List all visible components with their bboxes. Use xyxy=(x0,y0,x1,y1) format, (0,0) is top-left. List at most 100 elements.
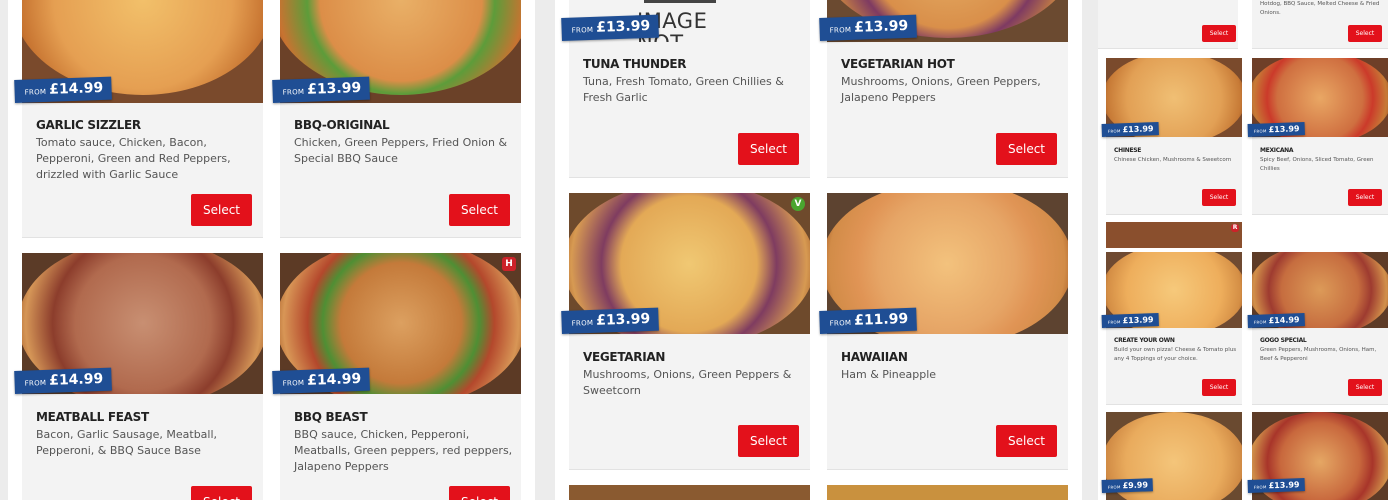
select-button[interactable]: Select xyxy=(1202,189,1236,206)
price-prefix: FROM xyxy=(1107,319,1121,325)
select-button[interactable]: Select xyxy=(449,486,510,500)
price-tag: FROM £9.99 xyxy=(1101,478,1154,493)
pizza-card-bbq-beast: H FROM £14.99 BBQ BEAST BBQ sauce, Chicke… xyxy=(272,253,521,500)
pizza-description: Chicken, Green Peppers, Fried Onion & Sp… xyxy=(294,136,508,165)
price-value: £14.99 xyxy=(48,370,104,389)
select-button[interactable]: Select xyxy=(191,486,252,500)
pizza-description: Mushrooms, Onions, Green Peppers & Sweet… xyxy=(583,368,792,397)
select-button[interactable]: Select xyxy=(1348,189,1382,206)
price-tag: FROM £13.99 xyxy=(561,307,659,334)
pizza-title: GARLIC SIZZLER xyxy=(36,118,141,132)
pizza-title: GOGO SPECIAL xyxy=(1260,337,1307,344)
pizza-card-partial: Select xyxy=(1098,0,1238,49)
pizza-description: Bacon, Garlic Sausage, Meatball, Peppero… xyxy=(36,428,218,457)
select-button[interactable]: Select xyxy=(1348,25,1382,42)
pizza-title: CHINESE xyxy=(1114,147,1142,154)
price-tag: FROM £11.99 xyxy=(819,307,917,334)
pizza-card-partial: FROM £13.99 xyxy=(1247,412,1388,500)
price-value: £13.99 xyxy=(1122,315,1154,326)
price-value: £13.99 xyxy=(595,17,651,36)
menu-panel-right: Select Hotdog, BBQ Sauce, Melted Cheese … xyxy=(1098,0,1400,500)
price-prefix: FROM xyxy=(1253,319,1267,325)
select-button[interactable]: Select xyxy=(191,194,252,226)
pizza-image[interactable] xyxy=(1106,222,1242,248)
select-button[interactable]: Select xyxy=(738,425,799,457)
price-value: £13.99 xyxy=(1268,480,1300,491)
pizza-description: Chinese Chicken, Mushrooms & Sweetcorn xyxy=(1114,157,1232,163)
pizza-card-gogo-special: FROM £14.99 GOGO SPECIAL Green Peppers, M… xyxy=(1247,252,1388,405)
vegetarian-badge: V xyxy=(791,197,805,211)
pizza-description: BBQ sauce, Chicken, Pepperoni, Meatballs… xyxy=(294,428,513,473)
pizza-title: MEATBALL FEAST xyxy=(36,410,149,424)
price-prefix: FROM xyxy=(1107,128,1121,134)
price-prefix: FROM xyxy=(829,25,852,35)
price-prefix: FROM xyxy=(571,25,594,35)
pizza-card-partial: FROM £9.99 xyxy=(1101,412,1242,500)
pizza-description: Spicy Beef, Onions, Sliced Tomato, Green… xyxy=(1260,157,1374,172)
price-tag: FROM £13.99 xyxy=(272,76,370,103)
price-value: £13.99 xyxy=(595,310,651,329)
pizza-card-meatball-feast: FROM £14.99 MEATBALL FEAST Bacon, Garlic … xyxy=(14,253,263,500)
pizza-description: Ham & Pineapple xyxy=(841,368,937,381)
pizza-card-partial: Hotdog, BBQ Sauce, Melted Cheese & Fried… xyxy=(1252,0,1388,49)
price-prefix: FROM xyxy=(1107,484,1121,490)
price-prefix: FROM xyxy=(829,318,852,328)
hot-badge: H xyxy=(502,257,516,271)
r-badge: R xyxy=(1231,224,1239,232)
price-tag: FROM £13.99 xyxy=(819,14,917,41)
select-button[interactable]: Select xyxy=(1348,379,1382,396)
price-tag: FROM £14.99 xyxy=(14,76,112,103)
pizza-description: Tuna, Fresh Tomato, Green Chillies & Fre… xyxy=(583,75,784,104)
pizza-image[interactable] xyxy=(827,485,1068,500)
pizza-card-hawaiian: FROM £11.99 HAWAIIAN Ham & Pineapple Sele… xyxy=(819,193,1068,470)
price-value: £14.99 xyxy=(306,370,362,389)
pizza-title: CREATE YOUR OWN xyxy=(1114,337,1175,344)
select-button[interactable]: Select xyxy=(1202,25,1236,42)
pizza-card-tuna-thunder: IMAGE NOT AVAILABLE FROM£13.99 TUNA THUN… xyxy=(561,0,810,178)
pizza-description: Green Peppers, Mushrooms, Onions, Ham, B… xyxy=(1260,347,1377,362)
price-tag: FROM £13.99 xyxy=(1101,313,1159,328)
pizza-image[interactable] xyxy=(569,485,810,500)
price-value: £14.99 xyxy=(1268,315,1300,326)
menu-panel-middle: IMAGE NOT AVAILABLE FROM£13.99 TUNA THUN… xyxy=(555,0,1082,500)
pizza-card-vegetarian-hot: FROM £13.99 VEGETARIAN HOT Mushrooms, Oni… xyxy=(819,0,1068,178)
price-value: £13.99 xyxy=(1268,124,1300,135)
price-tag: FROM £13.99 xyxy=(1247,122,1305,137)
price-prefix: FROM xyxy=(24,87,47,97)
pizza-card-garlic-sizzler: FROM £14.99 GARLIC SIZZLER Tomato sauce, … xyxy=(14,0,263,238)
price-prefix: FROM xyxy=(282,378,305,388)
select-button[interactable]: Select xyxy=(996,133,1057,165)
pizza-card-mexicana: FROM £13.99 MEXICANA Spicy Beef, Onions, … xyxy=(1247,58,1388,215)
price-tag: FROM £13.99 xyxy=(1101,122,1159,137)
pizza-card-chinese: FROM £13.99 CHINESE Chinese Chicken, Mush… xyxy=(1101,58,1242,215)
price-tag: FROM £13.99 xyxy=(1247,478,1305,493)
price-value: £14.99 xyxy=(48,79,104,98)
pizza-description: Mushrooms, Onions, Green Peppers, Jalape… xyxy=(841,75,1041,104)
pizza-title: MEXICANA xyxy=(1260,147,1294,154)
pizza-title: VEGETARIAN xyxy=(583,350,666,364)
price-prefix: FROM xyxy=(1253,128,1267,134)
price-tag: FROM £14.99 xyxy=(14,367,112,394)
pizza-description: Tomato sauce, Chicken, Bacon, Pepperoni,… xyxy=(36,136,231,181)
price-value: £13.99 xyxy=(1122,124,1154,135)
price-value: £13.99 xyxy=(853,17,909,36)
select-button[interactable]: Select xyxy=(449,194,510,226)
select-button[interactable]: Select xyxy=(738,133,799,165)
select-button[interactable]: Select xyxy=(996,425,1057,457)
price-prefix: FROM xyxy=(571,318,594,328)
pizza-description: Hotdog, BBQ Sauce, Melted Cheese & Fried… xyxy=(1260,1,1380,16)
pizza-title: BBQ-ORIGINAL xyxy=(294,118,390,132)
price-value: £9.99 xyxy=(1122,480,1149,491)
pizza-title: HAWAIIAN xyxy=(841,350,908,364)
select-button[interactable]: Select xyxy=(1202,379,1236,396)
menu-panel-left: FROM £14.99 GARLIC SIZZLER Tomato sauce, … xyxy=(8,0,535,500)
price-prefix: FROM xyxy=(24,378,47,388)
pizza-title: VEGETARIAN HOT xyxy=(841,57,955,71)
price-value: £13.99 xyxy=(306,79,362,98)
price-value: £11.99 xyxy=(853,310,909,329)
pizza-card-vegetarian: V FROM £13.99 VEGETARIAN Mushrooms, Onion… xyxy=(561,193,810,470)
price-prefix: FROM xyxy=(1253,484,1267,490)
price-tag: FROM £13.99 xyxy=(561,14,659,41)
pizza-title: BBQ BEAST xyxy=(294,410,368,424)
price-tag: FROM £14.99 xyxy=(1247,313,1305,328)
